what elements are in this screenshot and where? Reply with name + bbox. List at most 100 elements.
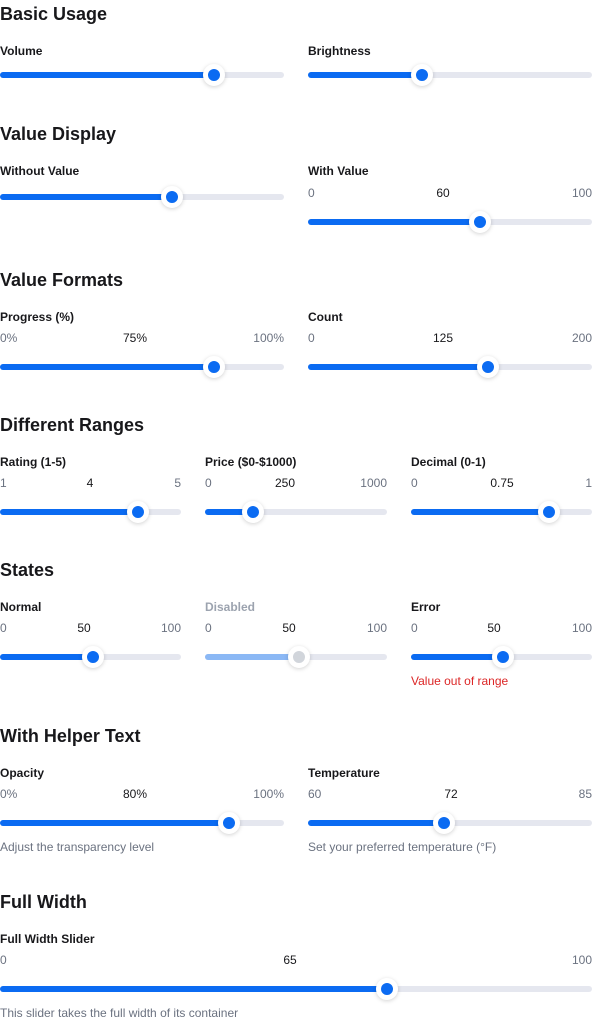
opacity-slider[interactable] — [0, 812, 284, 834]
opacity-max: 100% — [253, 787, 284, 801]
price-slider[interactable] — [205, 501, 387, 523]
section-title-value-formats: Value Formats — [0, 270, 124, 290]
count-max: 200 — [571, 331, 592, 345]
error-slider[interactable] — [411, 646, 592, 668]
temperature-current: 72 — [444, 787, 458, 801]
section-title-full-width: Full Width — [0, 892, 87, 912]
rating-slider-thumb[interactable] — [127, 501, 150, 523]
opacity-label: Opacity — [0, 766, 45, 780]
disabled-max: 100 — [366, 621, 387, 635]
error-max: 100 — [571, 621, 592, 635]
error-current: 50 — [487, 621, 501, 635]
disabled-current: 50 — [282, 621, 296, 635]
full-width-slider[interactable] — [0, 978, 592, 1000]
without-value-slider-thumb[interactable] — [160, 186, 183, 208]
section-title-value-display: Value Display — [0, 124, 117, 144]
error-helper-text: Value out of range — [411, 674, 509, 688]
price-current: 250 — [274, 476, 296, 490]
error-slider-thumb[interactable] — [491, 646, 514, 668]
price-label: Price ($0-$1000) — [205, 455, 297, 469]
normal-slider-fill — [0, 654, 94, 660]
temperature-slider[interactable] — [308, 812, 592, 834]
full-width-current: 65 — [283, 953, 297, 967]
section-title-different-ranges: Different Ranges — [0, 415, 145, 435]
without-value-label: Without Value — [0, 164, 80, 178]
opacity-min: 0% — [0, 787, 18, 801]
with-value-slider-thumb[interactable] — [469, 211, 492, 233]
rating-current: 4 — [86, 476, 94, 490]
volume-slider-thumb[interactable] — [203, 64, 226, 86]
decimal-slider[interactable] — [411, 501, 592, 523]
normal-min: 0 — [0, 621, 7, 635]
count-slider[interactable] — [308, 356, 592, 378]
volume-slider-fill — [0, 72, 215, 78]
temperature-helper-text: Set your preferred temperature (°F) — [308, 840, 497, 854]
with-value-min: 0 — [308, 186, 315, 200]
count-current: 125 — [432, 331, 454, 345]
disabled-min: 0 — [205, 621, 212, 635]
full-width-slider-fill — [0, 986, 388, 992]
brightness-slider[interactable] — [308, 64, 592, 86]
rating-slider-fill — [0, 509, 139, 515]
decimal-label: Decimal (0-1) — [411, 455, 486, 469]
count-slider-thumb[interactable] — [477, 356, 500, 378]
rating-label: Rating (1-5) — [0, 455, 66, 469]
with-value-slider[interactable] — [308, 211, 592, 233]
normal-max: 100 — [160, 621, 181, 635]
rating-slider[interactable] — [0, 501, 181, 523]
full-width-slider-thumb[interactable] — [376, 978, 399, 1000]
temperature-max: 85 — [578, 787, 592, 801]
error-label: Error — [411, 600, 441, 614]
price-slider-thumb[interactable] — [242, 501, 265, 523]
price-max: 1000 — [360, 476, 387, 490]
normal-current: 50 — [77, 621, 91, 635]
temperature-label: Temperature — [308, 766, 380, 780]
full-width-max: 100 — [571, 953, 592, 967]
decimal-slider-thumb[interactable] — [538, 501, 561, 523]
opacity-slider-fill — [0, 820, 230, 826]
decimal-slider-fill — [411, 509, 550, 515]
count-min: 0 — [308, 331, 315, 345]
temperature-slider-fill — [308, 820, 445, 826]
rating-min: 1 — [0, 476, 7, 490]
progress-slider-thumb[interactable] — [203, 356, 226, 378]
rating-max: 5 — [174, 476, 181, 490]
progress-min: 0% — [0, 331, 18, 345]
progress-slider[interactable] — [0, 356, 284, 378]
count-slider-fill — [308, 364, 489, 370]
with-value-current: 60 — [436, 186, 450, 200]
disabled-label: Disabled — [205, 600, 256, 614]
brightness-label: Brightness — [308, 44, 371, 58]
decimal-current: 0.75 — [490, 476, 514, 490]
without-value-slider-fill — [0, 194, 172, 200]
normal-label: Normal — [0, 600, 42, 614]
decimal-min: 0 — [411, 476, 418, 490]
section-title-basic-usage: Basic Usage — [0, 4, 108, 24]
decimal-max: 1 — [585, 476, 592, 490]
full-width-min: 0 — [0, 953, 7, 967]
progress-label: Progress (%) — [0, 310, 75, 324]
opacity-current: 80% — [122, 787, 148, 801]
volume-slider[interactable] — [0, 64, 284, 86]
disabled-slider — [205, 646, 387, 668]
disabled-slider-fill — [205, 654, 299, 660]
temperature-min: 60 — [308, 787, 322, 801]
full-width-label: Full Width Slider — [0, 932, 95, 946]
with-value-label: With Value — [308, 164, 369, 178]
with-value-max: 100 — [571, 186, 592, 200]
opacity-helper-text: Adjust the transparency level — [0, 840, 155, 854]
with-value-slider-fill — [308, 219, 481, 225]
opacity-slider-thumb[interactable] — [218, 812, 241, 834]
normal-slider-thumb[interactable] — [82, 646, 105, 668]
progress-current: 75% — [122, 331, 148, 345]
section-title-states: States — [0, 560, 55, 580]
error-slider-fill — [411, 654, 503, 660]
without-value-slider[interactable] — [0, 186, 284, 208]
full-width-helper-text: This slider takes the full width of its … — [0, 1006, 239, 1020]
normal-slider[interactable] — [0, 646, 181, 668]
price-min: 0 — [205, 476, 212, 490]
disabled-slider-thumb — [287, 646, 310, 668]
temperature-slider-thumb[interactable] — [433, 812, 456, 834]
brightness-slider-thumb[interactable] — [410, 64, 433, 86]
progress-slider-fill — [0, 364, 215, 370]
